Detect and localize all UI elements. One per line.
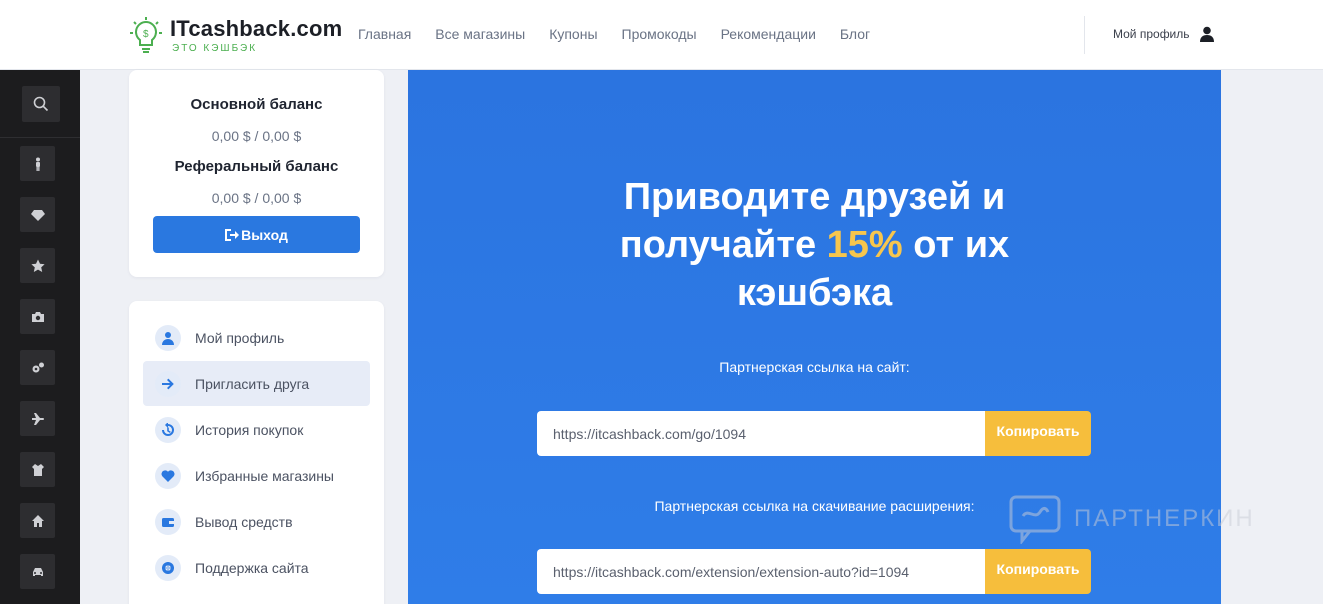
main-balance-value: 0,00 $ / 0,00 $ (211, 128, 302, 144)
user-icon (1199, 26, 1214, 42)
nav-item-coupons[interactable]: Купоны (549, 26, 597, 42)
menu-item-withdrawal[interactable]: Вывод средств (143, 499, 370, 544)
extension-link-row: https://itcashback.com/extension/extensi… (537, 549, 1091, 594)
rail-category-person[interactable] (20, 146, 55, 181)
rail-category-travel[interactable] (20, 401, 55, 436)
rail-category-auto[interactable] (20, 554, 55, 589)
site-logo[interactable]: $ ITcashback.com ЭТО КЭШБЭК (128, 14, 342, 58)
hero-title-percent: 15% (826, 224, 903, 266)
lifebuoy-icon (162, 561, 174, 574)
referral-balance-title: Реферальный баланс (174, 158, 339, 175)
site-link-row: https://itcashback.com/go/1094 Копироват… (537, 411, 1091, 456)
site-link-field[interactable]: https://itcashback.com/go/1094 (537, 411, 985, 456)
car-icon (32, 567, 43, 576)
menu-item-my-profile[interactable]: Мой профиль (143, 315, 370, 360)
nav-item-promocodes[interactable]: Промокоды (622, 26, 697, 42)
user-icon (162, 331, 174, 345)
logout-button[interactable]: Выход (153, 216, 360, 253)
main-balance-title: Основной баланс (190, 96, 323, 113)
copy-site-link-button[interactable]: Копировать (985, 411, 1091, 456)
lightbulb-logo-icon: $ (130, 17, 162, 53)
rail-category-home[interactable] (20, 503, 55, 538)
category-rail (0, 70, 80, 604)
home-icon (31, 514, 44, 527)
menu-item-label: Пригласить друга (195, 375, 310, 392)
account-menu: Мой профиль Пригласить друга История пок… (129, 301, 384, 604)
copy-extension-link-button[interactable]: Копировать (985, 549, 1091, 594)
logout-label: Выход (241, 226, 288, 243)
referral-balance-value: 0,00 $ / 0,00 $ (211, 190, 302, 206)
history-icon (162, 422, 174, 436)
menu-item-label: Вывод средств (195, 513, 293, 530)
rail-category-services[interactable] (20, 350, 55, 385)
arrow-right-icon (162, 378, 174, 389)
hero-title-line1: Приводите друзей и (623, 176, 1006, 218)
search-icon (33, 96, 49, 112)
menu-item-favorite-stores[interactable]: Избранные магазины (143, 453, 370, 498)
star-icon (30, 259, 45, 272)
plane-icon (31, 412, 44, 425)
main-nav: Главная Все магазины Купоны Промокоды Ре… (358, 26, 894, 42)
logo-title: ITcashback.com (170, 16, 343, 41)
site-link-label: Партнерская ссылка на сайт: (719, 359, 910, 375)
menu-item-label: Избранные магазины (195, 467, 334, 484)
nav-item-all-stores[interactable]: Все магазины (435, 26, 525, 42)
sign-out-icon (225, 228, 240, 241)
diamond-icon (30, 209, 45, 221)
hero-title: Приводите друзей и получайте 15% от их к… (558, 173, 1071, 317)
gears-icon (32, 362, 44, 372)
svg-text:$: $ (143, 29, 149, 40)
logo-tagline: ЭТО КЭШБЭК (172, 43, 258, 54)
rail-category-favorites[interactable] (20, 248, 55, 283)
camera-icon (31, 311, 44, 322)
person-icon (35, 157, 40, 171)
nav-item-blog[interactable]: Блог (840, 26, 870, 42)
heart-icon (161, 469, 175, 482)
watermark-logo-icon (1009, 495, 1061, 544)
shirt-icon (31, 463, 44, 476)
balance-card: Основной баланс 0,00 $ / 0,00 $ Рефераль… (129, 70, 384, 277)
top-header: $ ITcashback.com ЭТО КЭШБЭК Главная Все … (0, 0, 1323, 70)
rail-divider (0, 137, 80, 138)
watermark-text: ПАРТНЕРКИН (1074, 505, 1255, 532)
menu-item-label: Мой профиль (195, 329, 285, 346)
menu-item-support[interactable]: Поддержка сайта (143, 545, 370, 590)
hero-title-line3: кэшбэка (736, 272, 893, 314)
nav-item-recommendations[interactable]: Рекомендации (721, 26, 816, 42)
hero-title-post: от их (902, 224, 1010, 266)
rail-category-jewelry[interactable] (20, 197, 55, 232)
extension-link-field[interactable]: https://itcashback.com/extension/extensi… (537, 549, 985, 594)
nav-item-home[interactable]: Главная (358, 26, 411, 42)
rail-category-clothing[interactable] (20, 452, 55, 487)
menu-item-label: История покупок (195, 421, 304, 438)
menu-item-purchase-history[interactable]: История покупок (143, 407, 370, 452)
wallet-icon (162, 517, 174, 527)
watermark: ПАРТНЕРКИН (1008, 494, 1255, 544)
header-divider (1084, 16, 1085, 54)
menu-item-label: Поддержка сайта (195, 559, 309, 576)
profile-link[interactable]: Мой профиль (1113, 26, 1214, 42)
profile-link-label: Мой профиль (1113, 27, 1190, 41)
rail-search-button[interactable] (22, 86, 60, 122)
rail-category-photo[interactable] (20, 299, 55, 334)
menu-item-invite-friend[interactable]: Пригласить друга (143, 361, 370, 406)
hero-title-pre: получайте (619, 224, 827, 266)
